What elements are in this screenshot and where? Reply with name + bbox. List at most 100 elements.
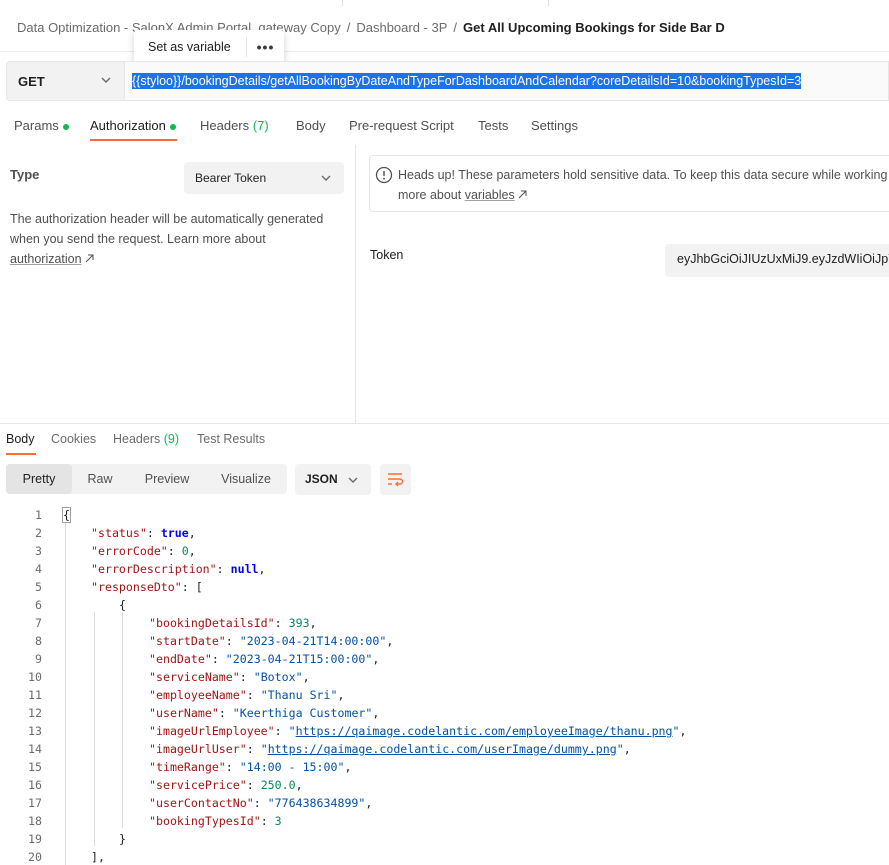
notice-line-1: Heads up! These parameters hold sensitiv… (398, 168, 888, 182)
response-headers-count: (9) (163, 432, 180, 446)
tab-response-headers-label: Headers (113, 432, 161, 446)
format-select[interactable]: JSON (295, 464, 371, 495)
line-number: 7 (35, 616, 42, 630)
json-value: true (160, 526, 189, 540)
code-line: 15 "timeRange": "14:00 - 15:00", (0, 758, 889, 776)
code-line: 2 "status": true, (0, 524, 889, 542)
json-url-link[interactable]: https://qaimage.codelantic.com/userImage… (268, 742, 617, 756)
json-key: "imageUrlEmployee" (149, 724, 275, 738)
json-key: "userContactNo" (149, 796, 254, 810)
tab-response-body[interactable]: Body (6, 432, 35, 446)
tab-authorization[interactable]: Authorization (90, 118, 176, 133)
json-brace: } (119, 832, 126, 846)
json-value: "2023-04-21T15:00:00" (225, 652, 373, 666)
code-line: 13 "imageUrlEmployee": "https://qaimage.c… (0, 722, 889, 740)
tab-params-label: Params (14, 118, 59, 133)
json-key: "errorCode" (91, 544, 168, 558)
tab-headers-label: Headers (200, 118, 250, 133)
active-tab-indicator (90, 139, 177, 141)
active-response-tab-indicator (6, 453, 36, 455)
format-value: JSON (305, 472, 338, 486)
chevron-down-icon (321, 175, 331, 181)
line-number: 6 (35, 598, 42, 612)
code-line: 11 "employeeName": "Thanu Sri", (0, 686, 889, 704)
code-line: 14 "imageUrlUser": "https://qaimage.codel… (0, 740, 889, 758)
view-raw-button[interactable]: Raw (72, 464, 128, 494)
line-number: 8 (35, 634, 42, 648)
status-dot (62, 123, 69, 130)
json-value: 250.0 (260, 778, 296, 792)
notice-text: Heads up! These parameters hold sensitiv… (398, 165, 889, 205)
type-label: Type (10, 167, 40, 182)
breadcrumb-request-name[interactable]: Get All Upcoming Bookings for Side Bar D (463, 20, 725, 35)
chevron-down-icon (101, 77, 111, 83)
set-as-variable-button[interactable]: Set as variable (134, 40, 246, 54)
tab-settings[interactable]: Settings (531, 118, 578, 133)
json-bracket: [ (195, 580, 203, 594)
json-key: "status" (91, 526, 147, 540)
response-body-viewer[interactable]: 1{ 2 "status": true, 3 "errorCode": 0, 4 "e… (0, 504, 889, 865)
line-number: 5 (35, 580, 42, 594)
auth-description-text: The authorization header will be automat… (10, 212, 324, 246)
line-number: 13 (28, 724, 42, 738)
view-preview-button[interactable]: Preview (132, 464, 202, 494)
json-brace: { (62, 507, 71, 523)
line-number: 14 (28, 742, 42, 756)
breadcrumb-folder[interactable]: Dashboard - 3P (356, 20, 447, 35)
line-number: 19 (28, 832, 42, 846)
tab-tests[interactable]: Tests (478, 118, 508, 133)
url-input[interactable]: {{styloo}}/bookingDetails/getAllBookingB… (125, 61, 889, 101)
json-url-link[interactable]: https://qaimage.codelantic.com/employeeI… (296, 724, 673, 738)
chevron-down-icon (348, 477, 358, 483)
tab-headers[interactable]: Headers (7) (200, 118, 269, 133)
code-line: 17 "userContactNo": "776438634899", (0, 794, 889, 812)
info-icon (375, 166, 393, 184)
json-value: "776438634899" (267, 796, 366, 810)
json-key: "errorDescription" (91, 562, 217, 576)
code-line: 10 "serviceName": "Botox", (0, 668, 889, 686)
line-number: 1 (35, 508, 42, 522)
line-number: 4 (35, 562, 42, 576)
tab-edge-right (548, 0, 549, 6)
code-line: 16 "servicePrice": 250.0, (0, 776, 889, 794)
line-number: 17 (28, 796, 42, 810)
view-visualize-button[interactable]: Visualize (208, 464, 284, 494)
json-value: "Thanu Sri" (260, 688, 338, 702)
tab-edge-left (342, 0, 343, 6)
url-text: {{styloo}}/bookingDetails/getAllBookingB… (132, 73, 802, 89)
json-value: "Keerthiga Customer" (232, 706, 373, 720)
tab-response-headers[interactable]: Headers (9) (113, 432, 179, 446)
auth-type-select[interactable]: Bearer Token (184, 162, 344, 194)
authorization-link[interactable]: authorization (10, 252, 82, 266)
line-number: 2 (35, 526, 42, 540)
code-line: 5 "responseDto": [ (0, 578, 889, 596)
tab-cookies[interactable]: Cookies (51, 432, 96, 446)
status-dot (169, 123, 176, 130)
external-link-icon (85, 254, 94, 263)
tab-test-results[interactable]: Test Results (197, 432, 265, 446)
variables-link[interactable]: variables (465, 188, 515, 202)
json-key: "employeeName" (149, 688, 247, 702)
line-number: 3 (35, 544, 42, 558)
json-key: "bookingTypesId" (149, 814, 261, 828)
wrap-lines-button[interactable] (380, 464, 411, 495)
code-line: 19} (0, 830, 889, 848)
tab-params[interactable]: Params (14, 118, 69, 133)
method-select[interactable]: GET (6, 61, 125, 101)
auth-type-panel: Type Bearer Token The authorization head… (0, 145, 356, 423)
token-label: Token (370, 248, 404, 262)
json-key: "serviceName" (149, 670, 240, 684)
url-bar: GET {{styloo}}/bookingDetails/getAllBook… (6, 61, 889, 101)
json-brace: { (119, 598, 126, 612)
line-number: 9 (35, 652, 42, 666)
code-line: 18 "bookingTypesId": 3 (0, 812, 889, 830)
code-line: 4 "errorDescription": null, (0, 560, 889, 578)
json-key: "timeRange" (149, 760, 226, 774)
tab-body[interactable]: Body (296, 118, 326, 133)
token-input[interactable]: eyJhbGciOiJIUzUxMiJ9.eyJzdWIiOiJpYX (665, 244, 889, 277)
more-options-icon[interactable]: ••• (247, 39, 284, 55)
code-line: 6{ (0, 596, 889, 614)
tab-prerequest-script[interactable]: Pre-request Script (349, 118, 454, 133)
json-key: "startDate" (149, 634, 226, 648)
view-pretty-button[interactable]: Pretty (6, 464, 72, 494)
